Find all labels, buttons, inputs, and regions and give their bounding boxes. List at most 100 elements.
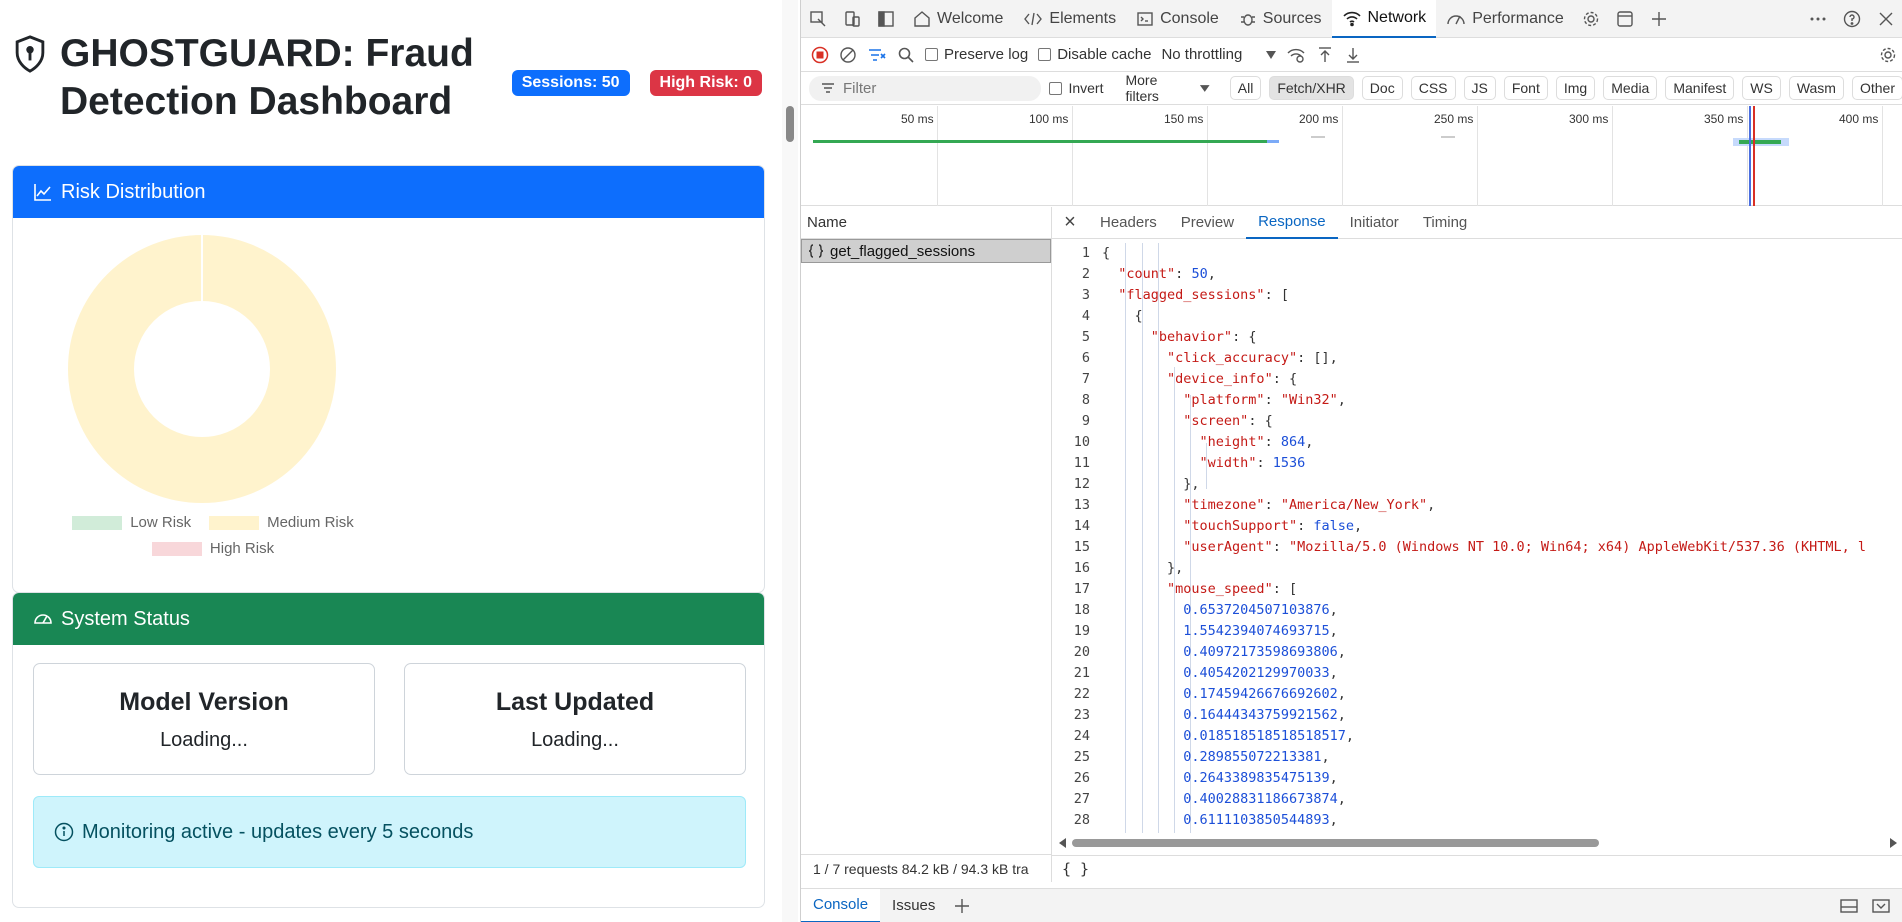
- legend-item-low[interactable]: Low Risk: [72, 514, 191, 531]
- code-line: 20 0.40972173598693806,: [1052, 642, 1902, 663]
- sessions-badge: Sessions: 50: [511, 70, 630, 96]
- risk-donut-chart[interactable]: [67, 234, 337, 504]
- preserve-log-checkbox[interactable]: Preserve log: [925, 46, 1028, 63]
- preserve-log-box[interactable]: [925, 48, 938, 61]
- tab-elements-label: Elements: [1049, 9, 1117, 27]
- gear-tab-icon[interactable]: [1574, 0, 1608, 38]
- system-status-card: System Status Model Version Loading... L…: [12, 592, 765, 908]
- more-filters-dropdown[interactable]: More filters: [1125, 72, 1211, 104]
- invert-checkbox[interactable]: Invert: [1049, 80, 1103, 96]
- tab-sources[interactable]: Sources: [1229, 0, 1332, 38]
- close-devtools-icon[interactable]: [1869, 0, 1902, 38]
- tab-performance[interactable]: Performance: [1436, 0, 1574, 38]
- scroll-right-icon[interactable]: [1888, 837, 1898, 849]
- legend-item-high[interactable]: High Risk: [151, 540, 274, 557]
- type-filter-other[interactable]: Other: [1851, 76, 1902, 100]
- type-filter-doc[interactable]: Doc: [1361, 76, 1403, 100]
- code-line: 27 0.40028831186673874,: [1052, 789, 1902, 810]
- application-icon[interactable]: [1608, 0, 1642, 38]
- code-line: 8 "platform": "Win32",: [1052, 390, 1902, 411]
- timeline-gridline: [1747, 106, 1748, 206]
- filter-funnel-icon[interactable]: [867, 46, 887, 64]
- more-options-icon[interactable]: [1801, 0, 1835, 38]
- code-text: "touchSupport": false,: [1183, 518, 1363, 534]
- network-settings-icon[interactable]: [1879, 46, 1897, 64]
- code-text: 0.16444343759921562,: [1183, 707, 1346, 723]
- network-timeline-overview[interactable]: 50 ms 100 ms 150 ms 200 ms 250 ms 300 ms…: [801, 106, 1902, 206]
- timeline-tick: 350 ms: [1704, 112, 1744, 126]
- type-filter-css[interactable]: CSS: [1410, 76, 1456, 100]
- code-text: 0.2643389835475139,: [1183, 770, 1338, 786]
- model-version-value: Loading...: [160, 729, 248, 751]
- network-conditions-icon[interactable]: [1286, 46, 1306, 64]
- type-filter-all[interactable]: All: [1229, 76, 1262, 100]
- download-icon[interactable]: [1344, 46, 1362, 64]
- tab-headers[interactable]: Headers: [1088, 207, 1169, 239]
- page-header: GHOSTGUARD: Fraud Detection Dashboard Se…: [12, 30, 762, 126]
- dock-drawer-icon[interactable]: [1839, 897, 1859, 915]
- response-hscrollbar[interactable]: [1058, 835, 1898, 849]
- tab-network[interactable]: Network: [1331, 0, 1437, 38]
- timeline-gridline: [1072, 106, 1073, 206]
- line-number: 6: [1081, 350, 1090, 366]
- request-row[interactable]: get_flagged_sessions: [801, 239, 1051, 263]
- close-detail-icon[interactable]: ×: [1052, 211, 1088, 234]
- network-main: Name get_flagged_sessions × Headers Prev…: [801, 207, 1902, 882]
- timeline-gridline: [1612, 106, 1613, 206]
- page-scrollbar-thumb[interactable]: [786, 106, 794, 142]
- timeline-tick: 250 ms: [1434, 112, 1474, 126]
- code-text: "count": 50,: [1118, 266, 1216, 282]
- record-stop-icon[interactable]: [811, 46, 829, 64]
- scroll-left-icon[interactable]: [1058, 837, 1068, 849]
- home-icon: [914, 10, 930, 27]
- type-filter-js[interactable]: JS: [1463, 76, 1496, 100]
- tab-timing[interactable]: Timing: [1411, 207, 1479, 239]
- clear-log-icon[interactable]: [839, 46, 857, 64]
- response-hscrollbar-thumb[interactable]: [1072, 839, 1599, 847]
- page-scrollbar[interactable]: [782, 0, 798, 922]
- tab-welcome[interactable]: Welcome: [903, 0, 1013, 38]
- upload-icon[interactable]: [1316, 46, 1334, 64]
- tab-elements[interactable]: Elements: [1013, 0, 1126, 38]
- close-drawer-icon[interactable]: [1871, 897, 1891, 915]
- disable-cache-checkbox[interactable]: Disable cache: [1038, 46, 1151, 63]
- inspect-element-icon[interactable]: [801, 0, 835, 38]
- throttling-select[interactable]: No throttling: [1161, 46, 1277, 63]
- model-version-label: Model Version: [119, 688, 289, 716]
- tab-console[interactable]: Console: [1126, 0, 1229, 38]
- type-filter-ws[interactable]: WS: [1742, 76, 1781, 100]
- tab-initiator[interactable]: Initiator: [1338, 207, 1411, 239]
- line-number: 8: [1081, 392, 1090, 408]
- timeline-tick: 300 ms: [1569, 112, 1609, 126]
- tab-preview[interactable]: Preview: [1169, 207, 1246, 239]
- type-filter-media[interactable]: Media: [1603, 76, 1658, 100]
- response-code[interactable]: 1{2 "count": 50, 3 "flagged_sessions": [4…: [1052, 243, 1902, 833]
- type-filter-font[interactable]: Font: [1503, 76, 1548, 100]
- type-filter-fetch-xhr[interactable]: Fetch/XHR: [1269, 76, 1354, 100]
- line-number: 23: [1073, 707, 1090, 723]
- code-text: "userAgent": "Mozilla/5.0 (Windows NT 10…: [1183, 539, 1867, 555]
- filter-input[interactable]: Filter: [809, 75, 1042, 101]
- type-filter-img[interactable]: Img: [1555, 76, 1596, 100]
- code-text: "screen": {: [1183, 413, 1273, 429]
- device-toggle-icon[interactable]: [835, 0, 869, 38]
- add-tab-icon[interactable]: [1642, 0, 1676, 38]
- disable-cache-box[interactable]: [1038, 48, 1052, 61]
- code-line: 16 },: [1052, 558, 1902, 579]
- search-icon[interactable]: [897, 46, 915, 64]
- tab-response[interactable]: Response: [1246, 207, 1338, 239]
- add-drawer-tab-icon[interactable]: [953, 897, 971, 915]
- code-text: "width": 1536: [1199, 455, 1306, 471]
- type-filter-manifest[interactable]: Manifest: [1665, 76, 1735, 100]
- pretty-print-button[interactable]: { }: [1052, 855, 1902, 882]
- invert-box[interactable]: [1049, 81, 1063, 95]
- name-column-header[interactable]: Name: [801, 207, 1051, 239]
- more-filters-label: More filters: [1125, 72, 1159, 104]
- line-number: 26: [1073, 770, 1090, 786]
- help-icon[interactable]: [1835, 0, 1869, 38]
- legend-item-medium[interactable]: Medium Risk: [209, 514, 354, 531]
- type-filter-wasm[interactable]: Wasm: [1788, 76, 1844, 100]
- drawer-tab-issues[interactable]: Issues: [880, 889, 947, 922]
- drawer-tab-console[interactable]: Console: [801, 888, 881, 922]
- dock-panel-icon[interactable]: [869, 0, 903, 38]
